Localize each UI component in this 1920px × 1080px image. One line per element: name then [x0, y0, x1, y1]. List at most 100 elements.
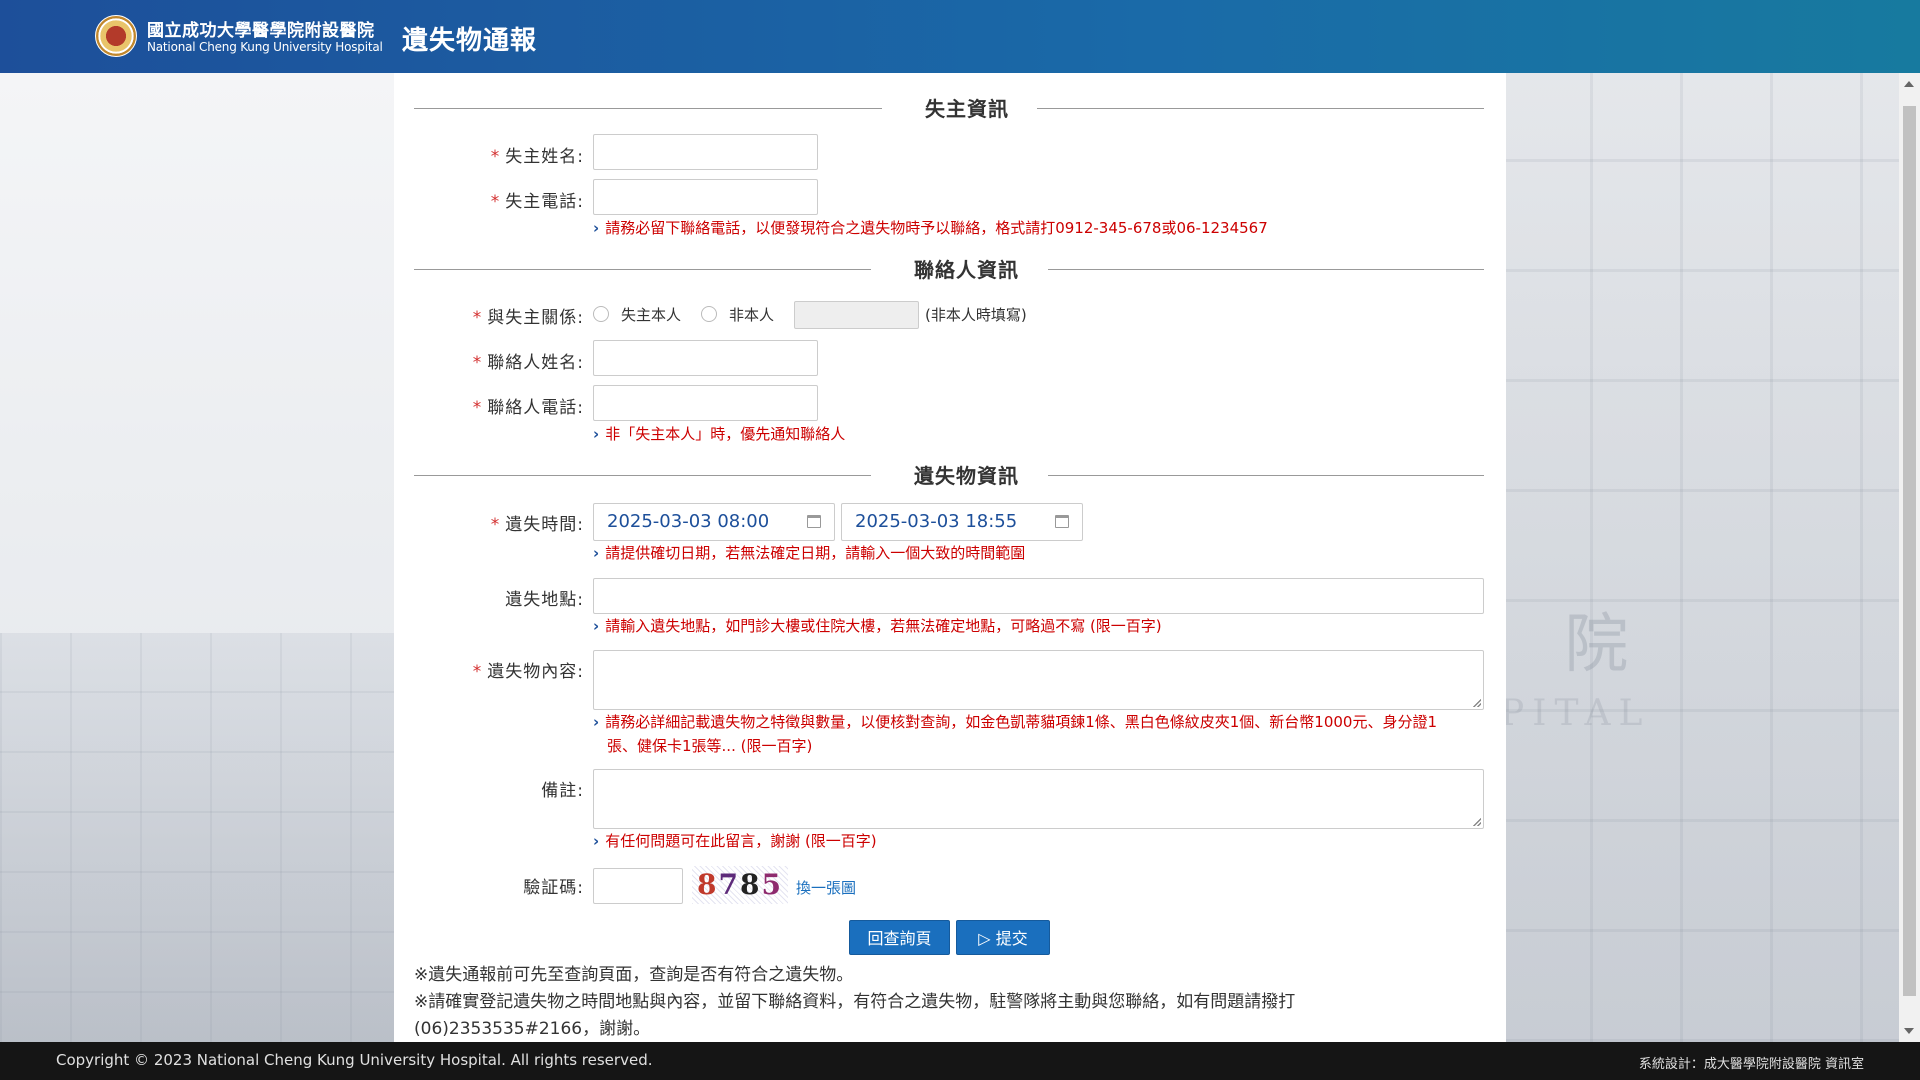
chevron-right-icon: › — [593, 832, 600, 850]
relation-label-text: 與失主關係: — [487, 308, 584, 328]
contact-phone-hint: › 非「失主本人」時，優先通知聯絡人 — [593, 422, 845, 446]
remark-label: 備註: — [394, 776, 584, 801]
captcha-digit: 7 — [718, 868, 740, 901]
section-divider — [414, 475, 871, 476]
remark-label-text: 備註: — [541, 781, 584, 801]
relation-other-note: (非本人時填寫) — [925, 306, 1027, 324]
lost-content-hint-line1: 請務必詳細記載遺失物之特徵與數量，以便核對查詢，如金色凱蒂貓項鍊1條、黑白色條紋… — [605, 713, 1437, 731]
back-to-search-button[interactable]: 回查詢頁 — [849, 920, 950, 955]
background-building-sign-en: PITAL — [1500, 693, 1651, 734]
section-title-text: 遺失物資訊 — [914, 464, 1019, 488]
page-scrollbar[interactable] — [1899, 73, 1920, 1042]
chevron-right-icon: › — [593, 544, 600, 562]
page-footer: Copyright © 2023 National Cheng Kung Uni… — [0, 1042, 1920, 1080]
contact-phone-hint-text: 非「失主本人」時，優先通知聯絡人 — [605, 425, 846, 443]
scroll-down-arrow-icon[interactable] — [1904, 1028, 1914, 1034]
contact-name-input[interactable] — [593, 340, 818, 376]
owner-name-label: * 失主姓名: — [394, 142, 584, 167]
captcha-refresh-link[interactable]: 換一張圖 — [796, 877, 856, 898]
relation-option-self[interactable]: 失主本人 — [621, 304, 681, 325]
hospital-logo-icon[interactable] — [95, 15, 137, 57]
lost-time-start-value: 2025-03-03 08:00 — [607, 511, 770, 532]
hospital-name-zh[interactable]: 國立成功大學醫學院附設醫院 — [147, 16, 375, 41]
lost-place-label: 遺失地點: — [394, 585, 584, 610]
section-divider — [1048, 475, 1484, 476]
resize-handle[interactable] — [1473, 818, 1481, 826]
section-title-text: 聯絡人資訊 — [914, 258, 1019, 282]
lost-content-hint: › 請務必詳細記載遺失物之特徵與數量，以便核對查詢，如金色凱蒂貓項鍊1條、黑白色條… — [593, 710, 1484, 758]
scrollbar-thumb[interactable] — [1903, 106, 1916, 996]
owner-phone-label-text: 失主電話: — [505, 192, 584, 212]
contact-phone-label-text: 聯絡人電話: — [487, 398, 584, 418]
captcha-digit: 5 — [761, 868, 783, 901]
section-divider — [1048, 269, 1484, 270]
section-title-contact: 聯絡人資訊 — [414, 254, 1484, 284]
resize-handle[interactable] — [1473, 699, 1481, 707]
required-mark: * — [472, 398, 483, 418]
lost-place-input[interactable] — [593, 578, 1484, 614]
section-divider — [1037, 108, 1484, 109]
relation-radio-self[interactable] — [593, 306, 609, 322]
submit-button[interactable]: ▷ 提交 — [956, 920, 1050, 955]
contact-phone-input[interactable] — [593, 385, 818, 421]
captcha-input[interactable] — [593, 868, 683, 904]
lost-content-hint-line2: 張、健保卡1張等... (限一百字) — [607, 737, 813, 755]
lost-place-label-text: 遺失地點: — [505, 590, 584, 610]
relation-label: * 與失主關係: — [394, 303, 584, 328]
chevron-right-icon: › — [593, 617, 600, 635]
lost-time-end-input[interactable]: 2025-03-03 18:55 — [841, 503, 1083, 541]
lost-time-hint: › 請提供確切日期，若無法確定日期，請輸入一個大致的時間範圍 — [593, 541, 1025, 565]
lost-place-hint-text: 請輸入遺失地點，如門診大樓或住院大樓，若無法確定地點，可略過不寫 (限一百字) — [605, 617, 1162, 635]
captcha-label: 驗証碼: — [394, 873, 584, 898]
lost-time-hint-text: 請提供確切日期，若無法確定日期，請輸入一個大致的時間範圍 — [605, 544, 1026, 562]
contact-name-label-text: 聯絡人姓名: — [487, 353, 584, 373]
lost-content-label-text: 遺失物內容: — [487, 662, 584, 682]
calendar-icon[interactable] — [1055, 515, 1069, 528]
captcha-digit: 8 — [740, 868, 762, 901]
submit-button-label: 提交 — [995, 929, 1028, 948]
relation-radio-other[interactable] — [701, 306, 717, 322]
required-mark: * — [490, 515, 501, 535]
page-title: 遺失物通報 — [402, 26, 538, 56]
lost-place-hint: › 請輸入遺失地點，如門診大樓或住院大樓，若無法確定地點，可略過不寫 (限一百字) — [593, 614, 1162, 638]
remark-hint: › 有任何問題可在此留言，謝謝 (限一百字) — [593, 829, 877, 853]
owner-phone-input[interactable] — [593, 179, 818, 215]
captcha-image: 8785 — [692, 866, 788, 904]
owner-name-label-text: 失主姓名: — [505, 147, 584, 167]
lost-content-textarea[interactable] — [593, 650, 1484, 710]
owner-phone-hint-text: 請務必留下聯絡電話，以便發現符合之遺失物時予以聯絡，格式請打0912-345-6… — [605, 219, 1268, 237]
required-mark: * — [472, 662, 483, 682]
section-title-owner: 失主資訊 — [414, 93, 1484, 123]
chevron-right-icon: › — [593, 219, 600, 237]
chevron-right-icon: › — [593, 425, 600, 443]
contact-phone-label: * 聯絡人電話: — [394, 393, 584, 418]
background-building-right — [1500, 73, 1920, 1042]
note-line-3: (06)2353535#2166，謝謝。 — [414, 1019, 651, 1039]
calendar-icon[interactable] — [807, 515, 821, 528]
scroll-up-arrow-icon[interactable] — [1904, 81, 1914, 87]
send-icon: ▷ — [978, 929, 991, 948]
section-divider — [414, 269, 871, 270]
section-title-text: 失主資訊 — [925, 97, 1009, 121]
lost-time-label-text: 遺失時間: — [505, 515, 584, 535]
note-line-2: ※請確實登記遺失物之時間地點與內容，並留下聯絡資料，有符合之遺失物，駐警隊將主動… — [414, 992, 1296, 1012]
note-line-1: ※遺失通報前可先至查詢頁面，查詢是否有符合之遺失物。 — [414, 965, 854, 985]
lost-time-end-value: 2025-03-03 18:55 — [855, 511, 1018, 532]
contact-name-label: * 聯絡人姓名: — [394, 348, 584, 373]
captcha-label-text: 驗証碼: — [523, 878, 584, 898]
relation-other-input[interactable] — [794, 301, 919, 329]
owner-name-input[interactable] — [593, 134, 818, 170]
section-divider — [414, 108, 882, 109]
report-form: 失主資訊 * 失主姓名: * 失主電話: › 請務必留下聯絡電話，以便發現符合之遺失物… — [394, 73, 1506, 1042]
lost-time-label: * 遺失時間: — [394, 510, 584, 535]
lost-time-start-input[interactable]: 2025-03-03 08:00 — [593, 503, 835, 541]
lost-content-label: * 遺失物內容: — [394, 657, 584, 682]
remark-textarea[interactable] — [593, 769, 1484, 829]
hospital-name-en[interactable]: National Cheng Kung University Hospital — [147, 40, 383, 54]
required-mark: * — [472, 353, 483, 373]
chevron-right-icon: › — [593, 713, 600, 731]
relation-option-other[interactable]: 非本人 — [729, 304, 774, 325]
captcha-digit: 8 — [697, 868, 719, 901]
required-mark: * — [490, 192, 501, 212]
background-building-left — [0, 633, 400, 1042]
